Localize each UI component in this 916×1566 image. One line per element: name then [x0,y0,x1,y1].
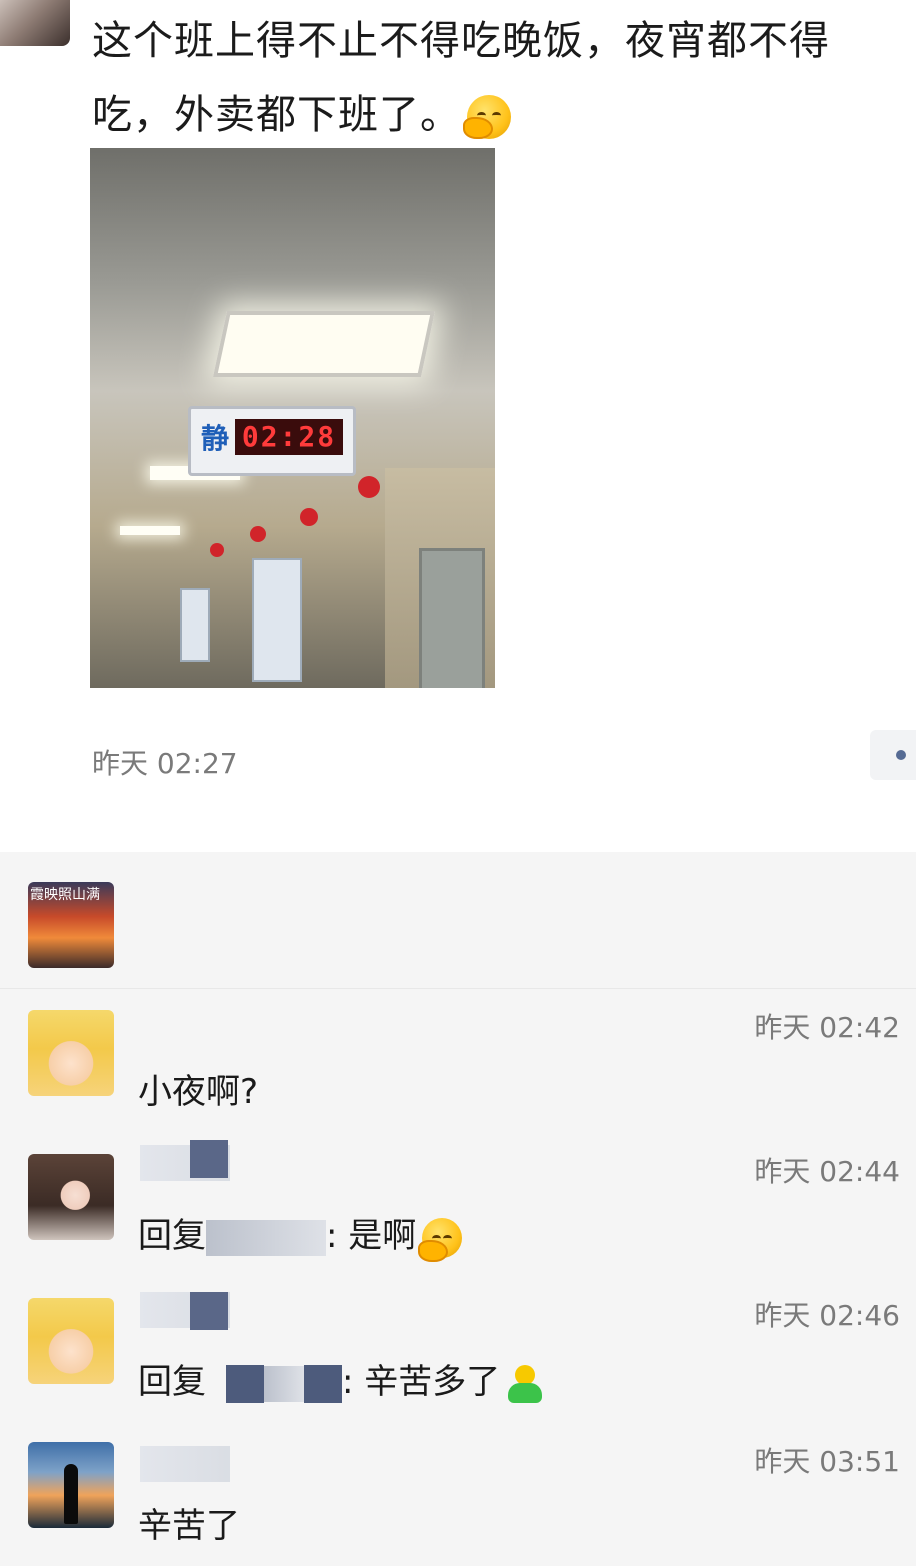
red-lantern [210,543,224,557]
comment-text: 是啊 [348,1216,417,1256]
comment-avatar[interactable] [28,1442,114,1528]
reply-target-redacted[interactable] [206,1219,326,1256]
poster-avatar[interactable] [0,0,70,46]
commenter-name-redacted[interactable] [140,1446,230,1482]
comment-text: 辛苦了 [138,1506,240,1546]
comment-avatar[interactable] [28,1154,114,1240]
corridor-door [419,548,485,688]
reply-separator: : [342,1362,354,1402]
like-avatar[interactable]: 霞映照山满 [28,882,114,968]
comment-time: 昨天 03:51 [754,1445,900,1478]
ward-clock: 静 02:28 [188,406,356,476]
green-person-icon [506,1364,544,1403]
ceiling-light-shape [212,311,436,377]
post-time: 昨天 02:27 [92,747,238,780]
clock-digits: 02:28 [235,419,343,455]
ceiling-light-shape [120,526,180,535]
redaction-mosaic [190,1140,228,1178]
comment-time: 昨天 02:46 [754,1299,900,1332]
reply-separator: : [326,1216,338,1256]
facepalm-laughing-icon [418,1217,463,1262]
notice-board [180,588,210,662]
reply-prefix: 回复 [138,1216,206,1256]
comment-avatar[interactable] [28,1010,114,1096]
clock-quiet-char: 静 [201,422,230,455]
redaction-mosaic [304,1364,342,1403]
reply-prefix: 回复 [138,1362,206,1402]
more-options-button[interactable] [870,730,916,780]
redaction-mosaic [190,1292,228,1330]
comment-avatar[interactable] [28,1298,114,1384]
comment-text-row: 回复: 辛苦多了 [138,1354,544,1403]
like-avatar-caption: 霞映照山满 [30,887,100,903]
comment-time: 昨天 02:42 [754,1011,900,1044]
red-lantern [358,476,380,498]
post-photo[interactable]: 静 02:28 [90,148,495,688]
notice-board [252,558,302,682]
post-body: 这个班上得不止不得吃晚饭，夜宵都不得 吃，外卖都下班了。 [92,4,916,152]
facepalm-laughing-icon [463,95,511,139]
likes-divider [0,988,916,989]
comment-text: 辛苦多了 [364,1362,501,1402]
post-text: 这个班上得不止不得吃晚饭，夜宵都不得 吃，外卖都下班了。 [92,18,830,138]
comment-text-row: 回复: 是啊 [138,1208,463,1262]
comment-text: 小夜啊? [138,1072,259,1112]
red-lantern [250,526,266,542]
red-lantern [300,508,318,526]
comment-time: 昨天 02:44 [754,1155,900,1188]
reply-target-redacted[interactable] [264,1365,304,1402]
redaction-mosaic [226,1364,264,1403]
